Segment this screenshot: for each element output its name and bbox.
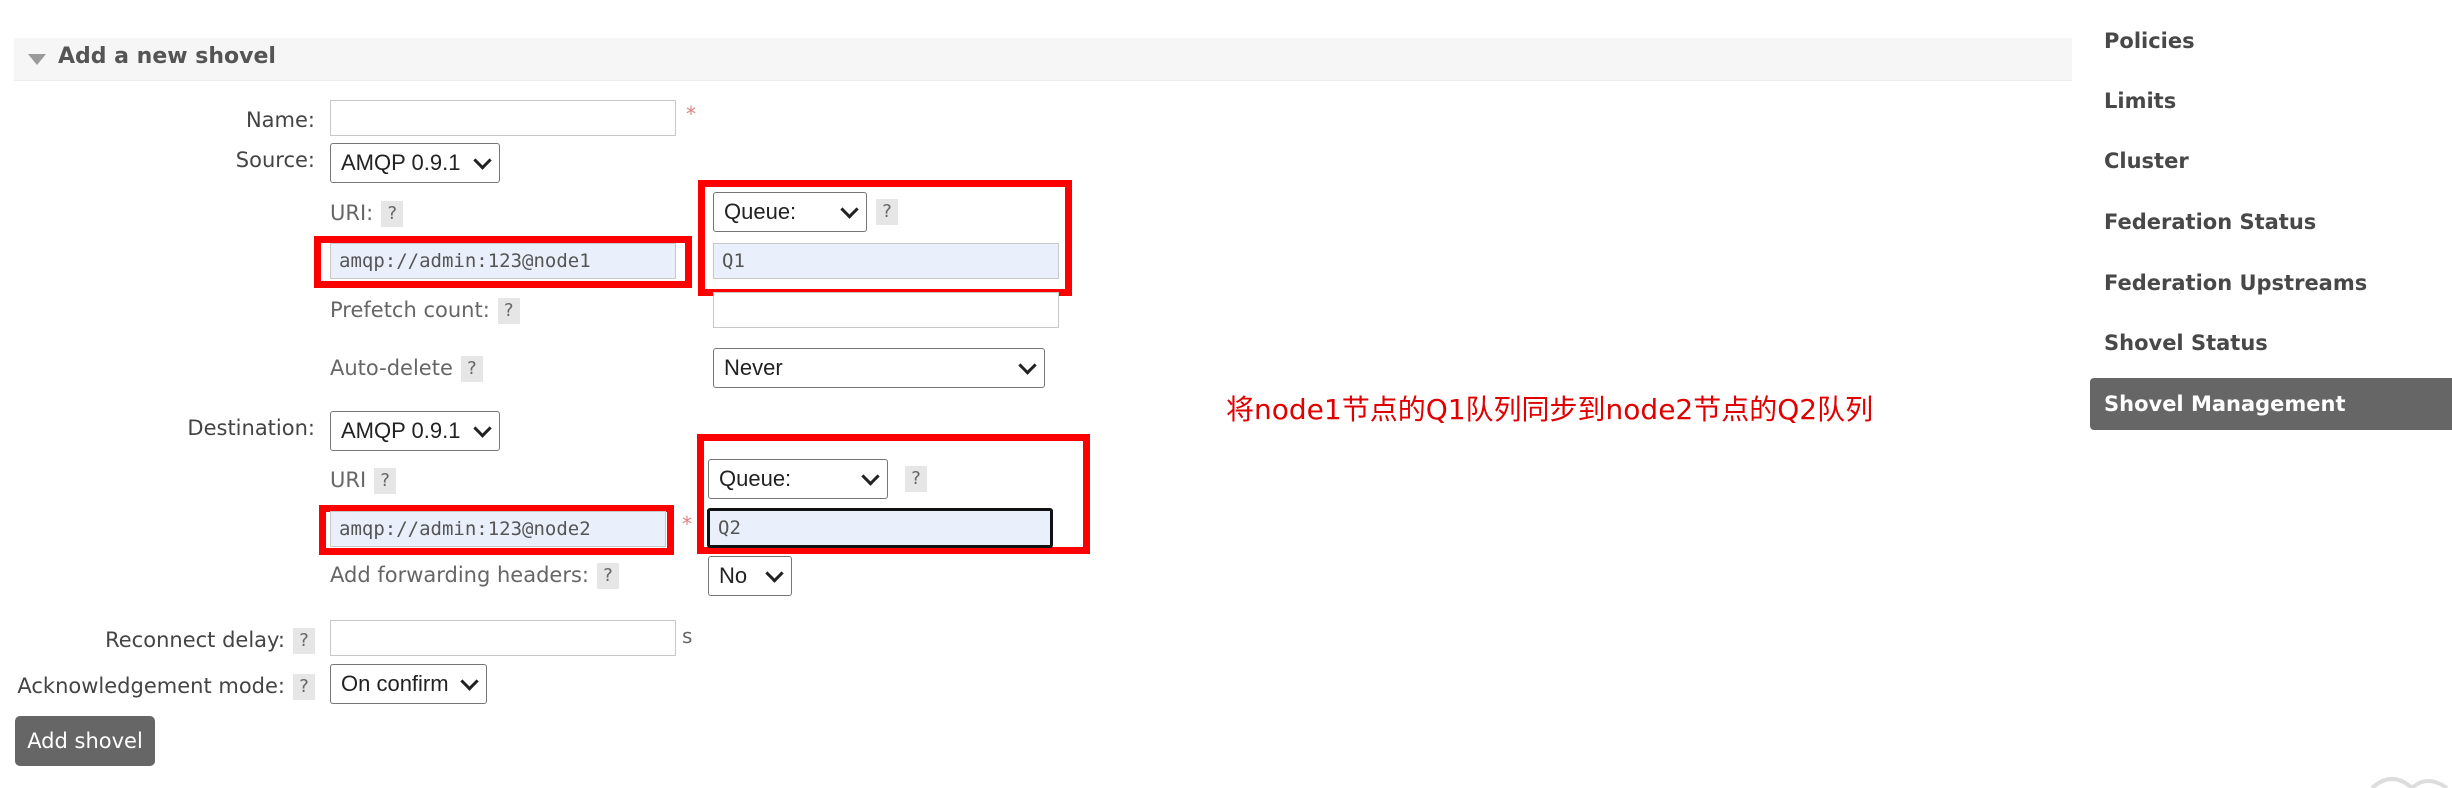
source-protocol-select[interactable]: AMQP 0.9.1	[330, 143, 500, 183]
source-uri-help-icon[interactable]: ?	[381, 201, 404, 227]
source-uri-label: URI:	[330, 201, 374, 225]
dest-uri-input[interactable]: amqp://admin:123@node2	[330, 511, 666, 547]
source-type-value: Queue:	[724, 199, 797, 224]
autodelete-select[interactable]: Never	[713, 348, 1045, 388]
dest-queue-input[interactable]: Q2	[707, 508, 1053, 548]
source-label: Source:	[235, 148, 315, 172]
ack-label: Acknowledgement mode:	[17, 674, 285, 698]
source-type-help-icon[interactable]: ?	[876, 199, 898, 225]
chevron-down-icon	[1018, 355, 1037, 375]
ack-label-row: Acknowledgement mode:?	[0, 674, 315, 700]
autodelete-label: Auto-delete	[330, 356, 453, 380]
chevron-down-icon	[861, 466, 880, 486]
destination-label: Destination:	[187, 416, 315, 440]
sidebar-item-cluster[interactable]: Cluster	[2104, 149, 2189, 173]
autodelete-label-row: Auto-delete?	[330, 356, 483, 382]
sidebar-item-federation-upstreams[interactable]: Federation Upstreams	[2104, 271, 2367, 295]
autodelete-help-icon[interactable]: ?	[460, 356, 483, 382]
prefetch-label-row: Prefetch count:?	[330, 298, 520, 324]
sidebar-item-policies[interactable]: Policies	[2104, 29, 2195, 53]
reconnect-label-row: Reconnect delay:?	[60, 628, 315, 654]
fwd-headers-value: No	[719, 563, 748, 588]
chevron-down-icon	[460, 671, 479, 691]
ack-value: On confirm	[341, 671, 449, 696]
ack-select[interactable]: On confirm	[330, 664, 487, 704]
dest-uri-help-icon[interactable]: ?	[374, 468, 397, 494]
annotation-text: 将node1节点的Q1队列同步到node2节点的Q2队列	[1226, 393, 1874, 426]
panel-header[interactable]: Add a new shovel	[14, 38, 2072, 81]
fwd-headers-select[interactable]: No	[708, 556, 792, 596]
sidebar-item-limits[interactable]: Limits	[2104, 89, 2176, 113]
prefetch-help-icon[interactable]: ?	[497, 298, 520, 324]
panel-title: Add a new shovel	[58, 44, 276, 69]
reconnect-label: Reconnect delay:	[105, 628, 285, 652]
prefetch-label: Prefetch count:	[330, 298, 490, 322]
dest-type-help-icon[interactable]: ?	[905, 466, 927, 492]
sidebar-item-federation-status[interactable]: Federation Status	[2104, 210, 2316, 234]
chevron-down-icon	[765, 563, 784, 583]
dest-type-value: Queue:	[719, 466, 792, 491]
reconnect-input[interactable]	[330, 620, 676, 656]
name-label: Name:	[245, 108, 315, 132]
watermark-icon	[2370, 777, 2449, 788]
dest-protocol-value: AMQP 0.9.1	[341, 418, 461, 443]
chevron-down-icon	[473, 418, 492, 438]
autodelete-value: Never	[724, 355, 783, 380]
source-type-select[interactable]: Queue:	[713, 192, 867, 232]
reconnect-unit: s	[682, 624, 693, 648]
chevron-down-icon	[840, 199, 859, 219]
chevron-down-icon	[473, 150, 492, 170]
fwd-headers-help-icon[interactable]: ?	[597, 563, 619, 589]
dest-type-select[interactable]: Queue:	[708, 459, 888, 499]
name-required-mark: *	[686, 102, 696, 126]
ack-help-icon[interactable]: ?	[293, 674, 315, 700]
fwd-headers-label-row: Add forwarding headers:?	[330, 563, 619, 589]
collapse-triangle-icon	[28, 54, 46, 65]
dest-uri-label-row: URI?	[330, 468, 397, 494]
source-uri-input[interactable]: amqp://admin:123@node1	[330, 243, 676, 279]
sidebar-item-shovel-status[interactable]: Shovel Status	[2104, 331, 2268, 355]
name-input[interactable]	[330, 100, 676, 136]
add-shovel-button[interactable]: Add shovel	[15, 716, 155, 766]
source-uri-label-row: URI:?	[330, 201, 404, 227]
dest-uri-required-mark: *	[682, 512, 692, 536]
sidebar-item-shovel-management[interactable]: Shovel Management	[2090, 378, 2452, 430]
dest-protocol-select[interactable]: AMQP 0.9.1	[330, 411, 500, 451]
dest-uri-label: URI	[330, 468, 367, 492]
prefetch-input[interactable]	[713, 292, 1059, 328]
source-protocol-value: AMQP 0.9.1	[341, 150, 461, 175]
fwd-headers-label: Add forwarding headers:	[330, 563, 589, 587]
source-queue-input[interactable]: Q1	[713, 243, 1059, 279]
reconnect-help-icon[interactable]: ?	[293, 628, 315, 654]
